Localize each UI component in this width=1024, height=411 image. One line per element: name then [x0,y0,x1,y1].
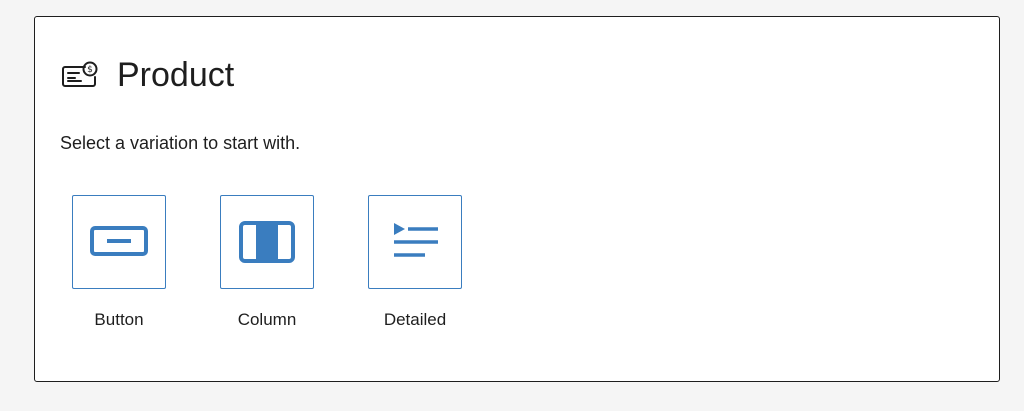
button-variation-icon [90,226,148,256]
picker-header: $ Product [61,55,234,95]
detailed-variation-button[interactable] [368,195,462,289]
detailed-variation-icon [394,223,438,257]
block-title: Product [117,56,235,94]
picker-instructions: Select a variation to start with. [60,133,301,153]
variation-label: Detailed [383,310,447,329]
block-variation-picker: $ Product Select a variation to start wi… [34,16,1000,382]
variation-item-column[interactable]: Column [220,195,314,330]
button-variation-button[interactable] [72,195,166,289]
variation-list: Button Column Detailed [72,195,462,330]
variation-item-button[interactable]: Button [72,195,166,330]
svg-text:$: $ [87,65,93,75]
variation-label: Column [237,310,297,329]
variation-item-detailed[interactable]: Detailed [368,195,462,330]
column-variation-button[interactable] [220,195,314,289]
variation-label: Button [94,310,144,329]
column-variation-icon [239,221,295,263]
product-card-icon: $ [61,60,99,90]
